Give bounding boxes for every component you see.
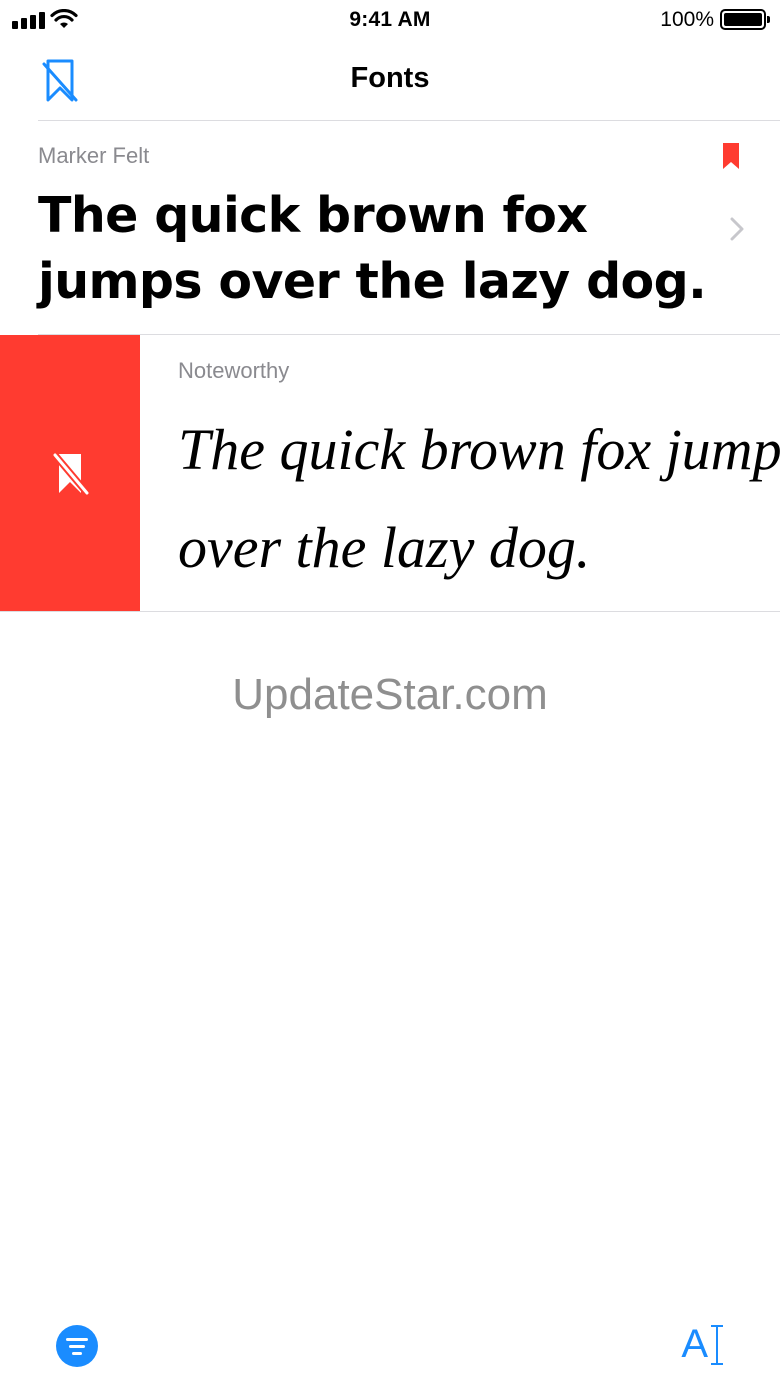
font-name: Marker Felt [38,143,150,168]
page-title: Fonts [350,62,430,94]
chevron-right-icon [730,217,744,241]
font-row-marker-felt[interactable]: Marker Felt The quick brown fox jumps ov… [0,121,780,335]
remove-bookmark-button[interactable] [0,335,140,612]
text-cursor-icon [710,1323,724,1367]
font-name: Noteworthy [178,358,290,383]
status-bar: 9:41 AM 100% [0,0,780,40]
watermark: UpdateStar.com [232,670,548,719]
text-size-button[interactable]: A [681,1322,724,1367]
text-size-label: A [681,1322,708,1366]
filter-button[interactable] [56,1325,98,1367]
bookmark-slash-icon [51,451,90,496]
battery-percent: 100% [660,8,714,31]
font-row-noteworthy[interactable]: Noteworthy The quick brown fox jumps ove… [140,335,780,612]
navigation-bar: Fonts [0,40,780,120]
bookmark-icon [723,143,739,169]
font-sample-line: over the lazy dog. [178,515,591,580]
font-sample: The quick brown fox jumps over the lazy … [38,187,707,310]
font-sample: The quick brown fox jumps over the lazy … [178,401,780,597]
font-sample-line: The quick brown fox jumps [178,417,780,482]
battery-icon [720,9,770,30]
row-divider [0,611,780,612]
